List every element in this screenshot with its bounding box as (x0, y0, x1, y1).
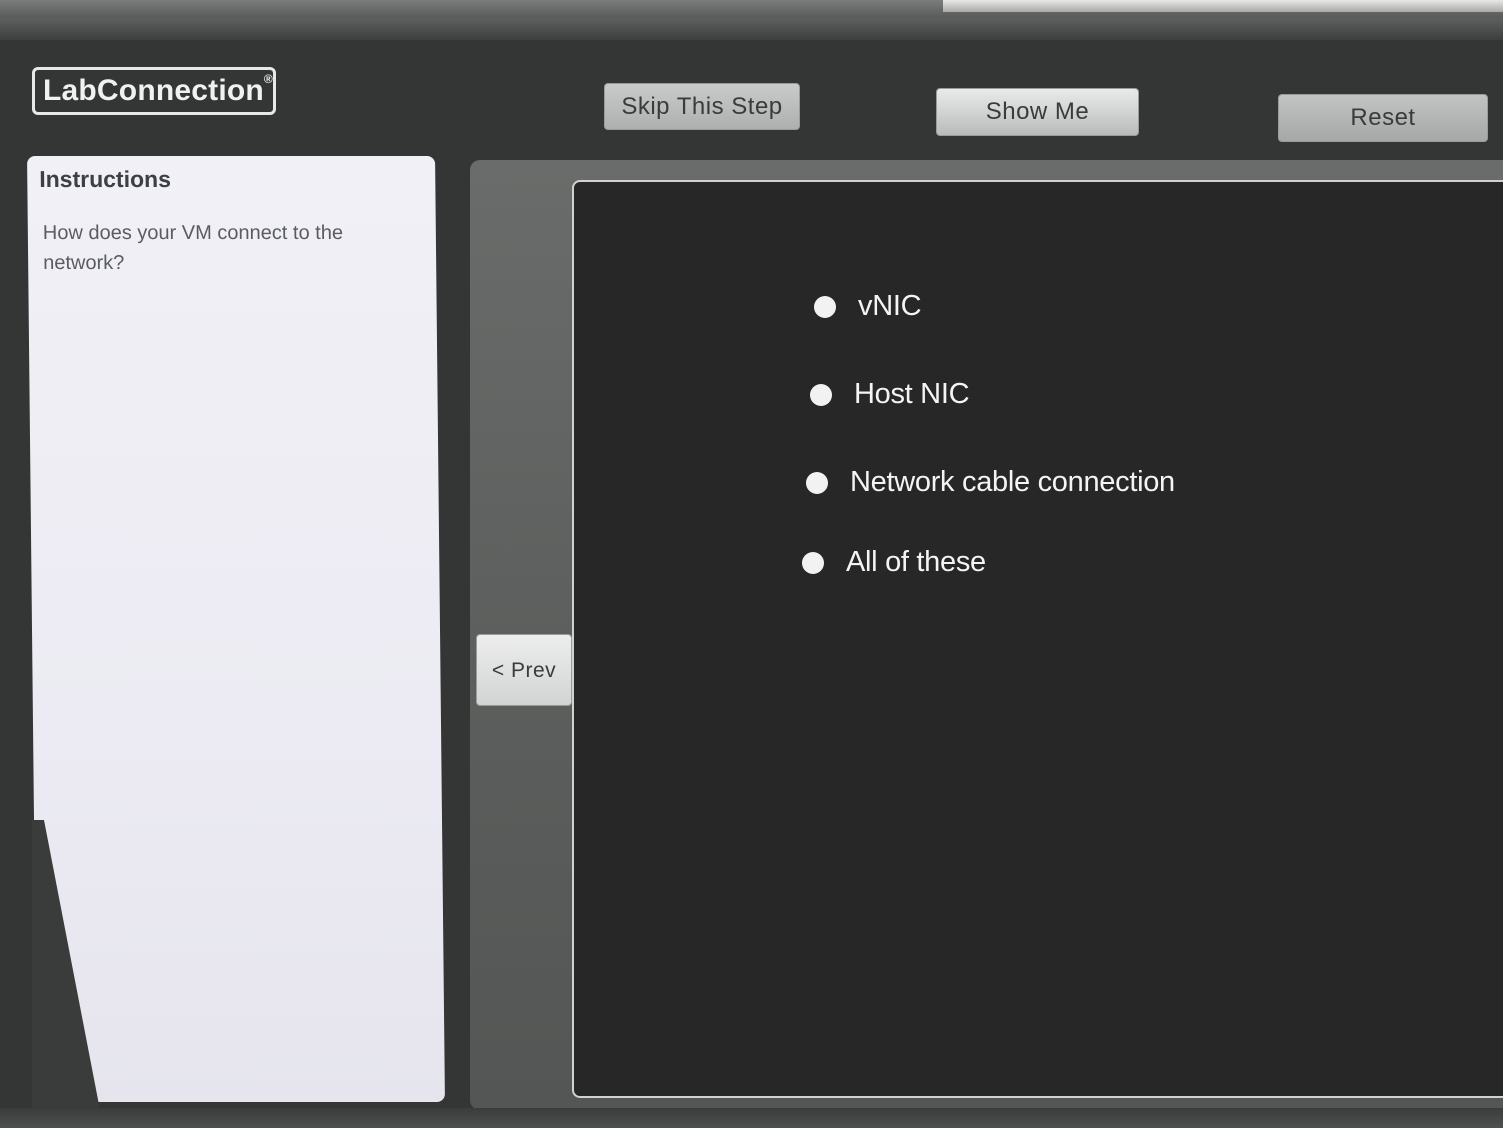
radio-icon[interactable] (810, 383, 832, 406)
prev-button[interactable]: < Prev (476, 634, 572, 706)
skip-step-button[interactable]: Skip This Step (604, 83, 800, 130)
radio-icon[interactable] (814, 295, 836, 318)
option-all-of-these[interactable]: All of these (802, 546, 986, 579)
radio-icon[interactable] (806, 471, 828, 494)
logo-text: LabConnection (43, 74, 264, 107)
app-logo: LabConnection® (32, 67, 276, 115)
option-host-nic[interactable]: Host NIC (810, 378, 970, 411)
option-label: All of these (846, 546, 986, 578)
instructions-text: How does your VM connect to the network? (42, 222, 344, 274)
instructions-title: Instructions (39, 166, 172, 192)
radio-icon[interactable] (802, 551, 824, 574)
option-vnic[interactable]: vNIC (814, 290, 922, 323)
registered-mark: ® (263, 72, 273, 86)
background-glare (943, 0, 1503, 12)
option-label: Network cable connection (850, 466, 1175, 498)
reset-button[interactable]: Reset (1278, 94, 1488, 142)
screen: LabConnection® Skip This Step Show Me Re… (0, 0, 1503, 1128)
show-me-button[interactable]: Show Me (936, 88, 1139, 136)
question-area (572, 180, 1503, 1098)
option-network-cable[interactable]: Network cable connection (806, 466, 1175, 499)
bottom-edge (0, 1108, 1503, 1128)
option-label: vNIC (858, 290, 922, 322)
instructions-panel: Instructions How does your VM connect to… (27, 156, 445, 1102)
option-label: Host NIC (854, 378, 970, 410)
